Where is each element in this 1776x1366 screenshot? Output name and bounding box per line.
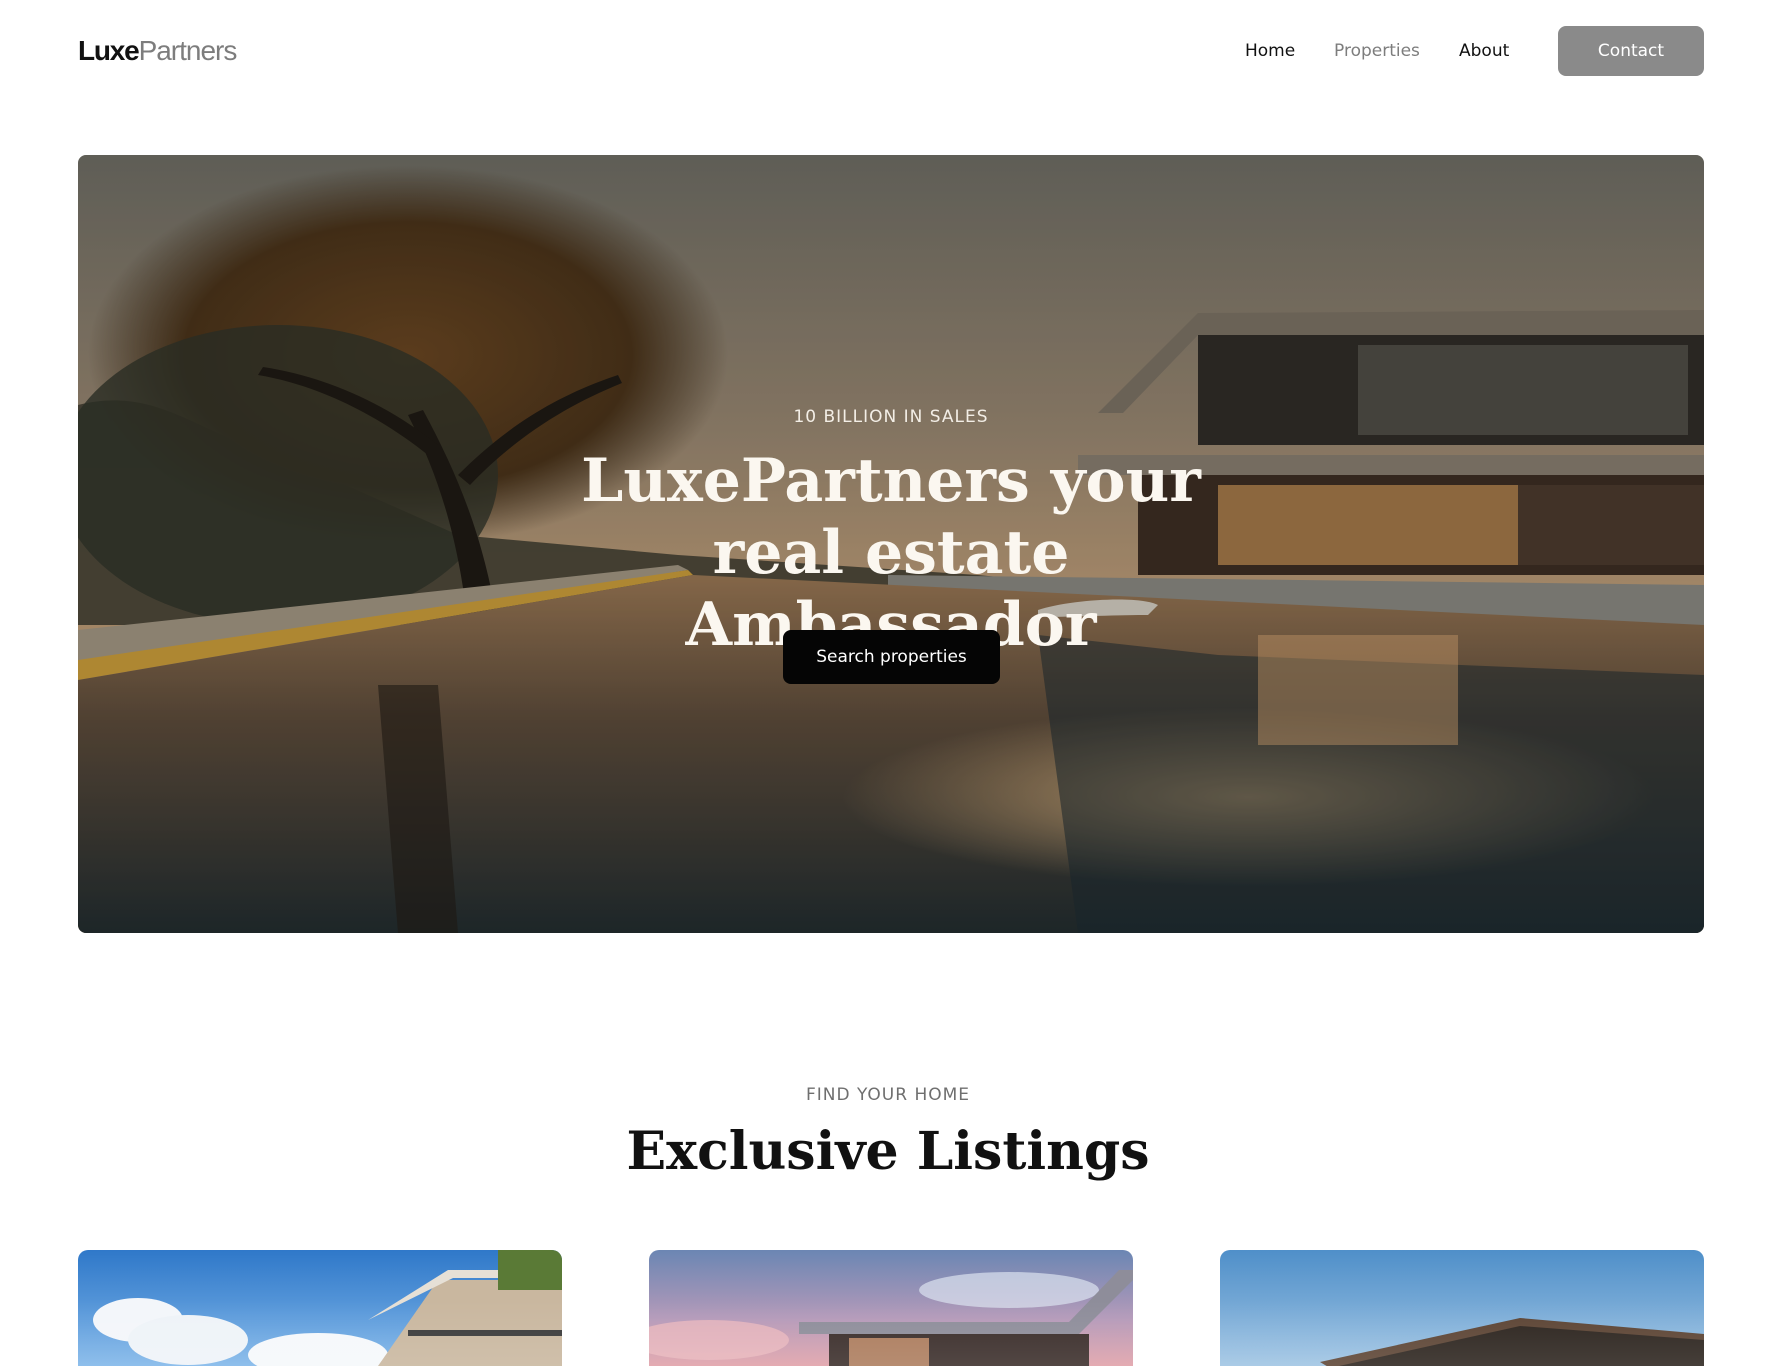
site-header: LuxePartners Home Properties About Conta…: [0, 0, 1776, 101]
nav-home-link[interactable]: Home: [1245, 38, 1295, 64]
logo[interactable]: LuxePartners: [78, 34, 238, 68]
hero-title: LuxePartners your real estate Ambassador: [78, 445, 1704, 661]
listing-card[interactable]: [649, 1250, 1133, 1366]
logo-text-luxe: Luxe: [78, 35, 140, 66]
listing-card[interactable]: [1220, 1250, 1704, 1366]
listings-title: Exclusive Listings: [626, 1121, 1150, 1182]
nav-about-link[interactable]: About: [1459, 38, 1509, 64]
listing-card[interactable]: [78, 1250, 562, 1366]
search-properties-button[interactable]: Search properties: [783, 630, 1000, 684]
nav-properties-link[interactable]: Properties: [1334, 38, 1420, 64]
hero-section: 10 BILLION IN SALES LuxePartners your re…: [78, 155, 1704, 933]
villa-blue-sky-image: [78, 1250, 562, 1366]
villa-clear-sky-image: [1220, 1250, 1704, 1366]
contact-button[interactable]: Contact: [1558, 26, 1704, 76]
listings-kicker: FIND YOUR HOME: [805, 1085, 971, 1105]
hero-title-text: LuxePartners your real estate Ambassador: [581, 446, 1201, 660]
villa-pink-sunset-image: [649, 1250, 1133, 1366]
hero-kicker: 10 BILLION IN SALES: [793, 407, 989, 427]
logo-text-partners: Partners: [138, 35, 238, 66]
